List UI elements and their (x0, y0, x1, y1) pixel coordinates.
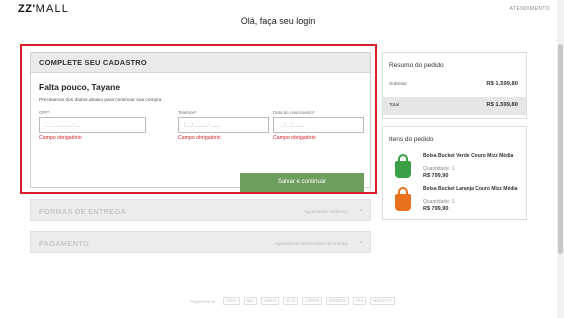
scrollbar-thumb[interactable] (558, 44, 563, 254)
total-label: Total (389, 103, 400, 108)
item-name: Bolsa Bucket Laranja Couro Mizz Média (423, 186, 518, 192)
visa-icon: VISA (223, 297, 240, 305)
boleto-icon: BOLETO (370, 297, 395, 305)
item-quantity: Quantidade: 1 (423, 166, 455, 172)
total-row: Total R$ 1.599,80 (383, 97, 526, 115)
item-quantity: Quantidade: 1 (423, 199, 455, 205)
item-price: R$ 799,90 (423, 173, 449, 179)
highlight-frame (20, 44, 377, 194)
scrollbar[interactable] (557, 0, 564, 318)
amex-icon: AMEX (260, 297, 280, 305)
list-item: Bolsa Bucket Verde Couro Mizz Média Quan… (389, 152, 524, 182)
subtotal-label: Subtotal (389, 82, 407, 87)
diners-icon: DINERS (326, 297, 350, 305)
store-logo[interactable]: ZZ'MALL (18, 3, 69, 15)
orange-bag-icon (395, 187, 411, 211)
delivery-status: Aguardando endereço (303, 209, 348, 214)
order-summary: Resumo do pedido Subtotal R$ 1.599,80 To… (382, 52, 527, 119)
order-items: Itens do pedido Bolsa Bucket Verde Couro… (382, 126, 527, 220)
page-title: Olá, faça seu login (240, 16, 316, 26)
logo-light: MALL (35, 3, 70, 15)
order-summary-title: Resumo do pedido (389, 62, 444, 69)
list-item: Bolsa Bucket Laranja Couro Mizz Média Qu… (389, 185, 524, 215)
payment-methods: Pagamentos VISA MC AMEX ELO HIPER DINERS… (190, 297, 395, 305)
payment-section[interactable]: PAGAMENTO Aguardando informações de entr… (30, 231, 371, 253)
delivery-section[interactable]: FORMAS DE ENTREGA Aguardando endereço ⌄ (30, 199, 371, 221)
logo-bold: ZZ (18, 3, 33, 15)
elo-icon: ELO (283, 297, 299, 305)
green-bag-icon (395, 154, 411, 178)
chevron-down-icon: ⌄ (358, 238, 364, 245)
payment-title: PAGAMENTO (39, 239, 89, 248)
total-value: R$ 1.599,80 (486, 102, 518, 108)
order-items-title: Itens do pedido (389, 136, 434, 143)
subtotal-value: R$ 1.599,80 (486, 81, 518, 87)
mastercard-icon: MC (243, 297, 257, 305)
chevron-down-icon: ⌄ (358, 206, 364, 213)
subtotal-row: Subtotal R$ 1.599,80 (383, 76, 526, 94)
payment-status: Aguardando informações de entrega (274, 241, 348, 246)
customer-service-link[interactable]: ATENDIMENTO (510, 6, 550, 12)
item-name: Bolsa Bucket Verde Couro Mizz Média (423, 153, 514, 159)
hipercard-icon: HIPER (302, 297, 323, 305)
delivery-title: FORMAS DE ENTREGA (39, 207, 127, 216)
item-price: R$ 799,90 (423, 206, 449, 212)
payments-label: Pagamentos (190, 298, 216, 304)
pix-icon: PIX (353, 297, 367, 305)
